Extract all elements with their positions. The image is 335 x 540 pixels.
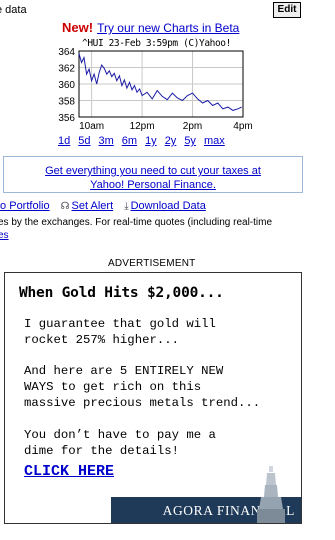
ad-paragraph-1: I guarantee that gold will rocket 257% h… — [24, 316, 216, 348]
range-link-3m[interactable]: 3m — [99, 135, 114, 147]
chart-y-tick-label: 360 — [58, 80, 75, 91]
chart-x-tick-label: 12pm — [130, 121, 155, 132]
ad-headline: When Gold Hits $2,000... — [19, 285, 224, 301]
ad-text-line: rocket 257% higher... — [24, 333, 179, 347]
range-link-1d[interactable]: 1d — [58, 135, 70, 147]
ad-paragraph-2: And here are 5 ENTIRELY NEW WAYS to get … — [24, 363, 260, 411]
quote-delay-note-link[interactable]: es — [0, 230, 9, 241]
chart-y-tick-label: 356 — [58, 113, 75, 124]
range-link-5y[interactable]: 5y — [184, 135, 196, 147]
set-alert-link[interactable]: Set Alert — [72, 200, 114, 212]
statue-logo-icon — [257, 466, 285, 523]
download-data-link[interactable]: Download Data — [131, 200, 206, 212]
ad-text-line: I guarantee that gold will — [24, 317, 216, 331]
ad-paragraph-3: You don’t have to pay me a dime for the … — [24, 427, 216, 459]
ad-text-line: dime for the details! — [24, 444, 179, 458]
advertisement-label: ADVERTISEMENT — [108, 258, 196, 269]
chart-y-tick-label: 362 — [58, 64, 75, 75]
range-link-6m[interactable]: 6m — [122, 135, 137, 147]
chart-x-tick-label: 10am — [79, 121, 104, 132]
intraday-chart[interactable]: 356 358 360 362 364 10am 12pm 2pm 4pm — [0, 0, 335, 150]
chart-grid — [79, 50, 244, 118]
gold-advertisement[interactable]: When Gold Hits $2,000... I guarantee tha… — [4, 272, 302, 524]
add-to-portfolio-link[interactable]: to Portfolio — [0, 200, 50, 212]
quote-tools-row: to Portfolio ☊ Set Alert ⤓ Download Data — [0, 200, 206, 212]
chart-x-tick-label: 2pm — [183, 121, 202, 132]
tax-promo-link-line2[interactable]: Yahoo! Personal Finance. — [4, 178, 302, 192]
chart-x-tick-label: 4pm — [233, 121, 252, 132]
range-link-5d[interactable]: 5d — [78, 135, 90, 147]
ad-text-line: And here are 5 ENTIRELY NEW — [24, 364, 224, 378]
quote-delay-note: es by the exchanges. For real-time quote… — [0, 217, 273, 228]
chart-y-tick-label: 358 — [58, 97, 75, 108]
range-link-max[interactable]: max — [204, 135, 225, 147]
chart-series-line — [78, 53, 242, 111]
alert-bell-icon: ☊ — [60, 201, 70, 212]
download-arrow-icon: ⤓ — [124, 201, 129, 212]
tax-promo-box: Get everything you need to cut your taxe… — [3, 156, 303, 193]
chart-range-links: 1d 5d 3m 6m 1y 2y 5y max — [58, 135, 233, 147]
range-link-2y[interactable]: 2y — [165, 135, 177, 147]
tax-promo-link-line1[interactable]: Get everything you need to cut your taxe… — [4, 164, 302, 178]
chart-y-tick-label: 364 — [58, 47, 75, 58]
ad-click-here-link[interactable]: CLICK HERE — [24, 463, 114, 480]
ad-text-line: WAYS to get rich on this — [24, 380, 202, 394]
chart-x-ticks: 10am 12pm 2pm 4pm — [79, 121, 253, 132]
range-link-1y[interactable]: 1y — [145, 135, 157, 147]
chart-y-ticks: 356 358 360 362 364 — [58, 47, 75, 124]
ad-text-line: You don’t have to pay me a — [24, 428, 216, 442]
ad-text-line: massive precious metals trend... — [24, 396, 261, 410]
